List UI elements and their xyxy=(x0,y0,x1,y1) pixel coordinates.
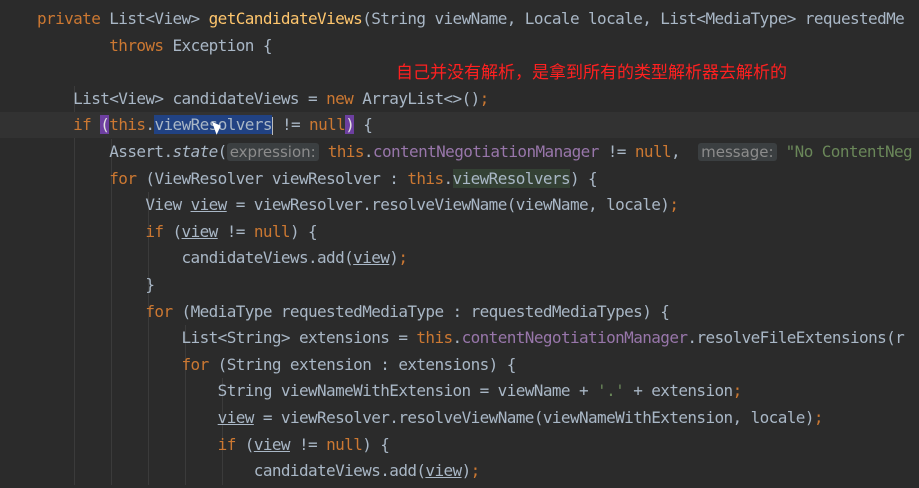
code-token: this xyxy=(318,142,365,161)
code-token: for xyxy=(37,354,218,374)
code-token: , xyxy=(671,142,699,161)
code-token: getCandidateViews xyxy=(208,9,363,28)
code-token: if xyxy=(37,434,245,454)
code-token: this xyxy=(109,115,146,135)
code-token: this xyxy=(416,328,453,348)
code-token: != xyxy=(289,434,327,454)
code-token: != xyxy=(217,221,254,241)
code-token: Assert. xyxy=(37,142,173,161)
code-token: ArrayList<>() xyxy=(362,88,480,108)
parameter-hint: expression: xyxy=(226,143,319,161)
code-token: '.' xyxy=(597,381,625,401)
code-token: List<View> candidateViews = xyxy=(37,88,327,108)
code-token: != xyxy=(272,115,310,135)
code-token: . xyxy=(443,168,454,188)
code-line[interactable]: Assert.state(expression: this.contentNeg… xyxy=(0,139,919,165)
code-token: ( xyxy=(217,142,228,161)
code-token: List<View> xyxy=(109,9,209,28)
code-token: for xyxy=(37,168,146,188)
code-token: } xyxy=(37,275,155,294)
code-token: view xyxy=(425,461,462,481)
code-token: ; xyxy=(398,248,408,268)
code-token: (String viewName, Locale locale, List<Me… xyxy=(362,9,905,28)
code-token: != xyxy=(598,142,635,161)
code-token: ) xyxy=(461,461,472,481)
code-token: ; xyxy=(479,88,490,108)
code-token: .resolveFileExtensions(r xyxy=(687,328,905,348)
code-token: view xyxy=(353,248,390,268)
code-token: null xyxy=(634,142,672,161)
code-line[interactable]: for (String extension : extensions) { xyxy=(0,352,919,378)
code-token: View xyxy=(37,195,191,215)
code-token: this xyxy=(407,168,444,188)
code-token: Exception { xyxy=(172,35,273,55)
code-line[interactable]: if (view != null) { xyxy=(0,432,919,458)
code-token: ( xyxy=(100,115,110,135)
parameter-hint: message: xyxy=(698,143,777,161)
code-token: ) { xyxy=(362,434,390,454)
code-token: view xyxy=(253,434,291,454)
code-token: ; xyxy=(669,195,679,215)
code-token: (ViewResolver viewResolver : xyxy=(145,168,408,188)
code-line[interactable]: candidateViews.add(view); xyxy=(0,458,919,484)
code-line[interactable]: for (MediaType requestedMediaType : requ… xyxy=(0,299,919,325)
code-token: ) { xyxy=(289,221,318,241)
annotation-text: 自己并没有解析，是拿到所有的类型解析器去解析的 xyxy=(396,63,787,83)
code-token: "No ContentNeg xyxy=(776,142,913,161)
code-line[interactable]: private List<View> getCandidateViews(Str… xyxy=(0,6,919,32)
code-token: (String extension : extensions) { xyxy=(217,354,517,374)
code-token: view xyxy=(181,221,219,241)
code-line[interactable]: View view = viewResolver.resolveViewName… xyxy=(0,192,919,218)
code-line[interactable]: candidateViews.add(view); xyxy=(0,245,919,271)
code-line[interactable]: String viewNameWithExtension = viewName … xyxy=(0,378,919,404)
code-token: ( xyxy=(244,434,255,454)
code-token: viewResolvers xyxy=(452,168,571,188)
code-token: . xyxy=(363,142,374,161)
code-token: ; xyxy=(470,461,481,481)
code-token: = viewResolver.resolveViewName(viewName,… xyxy=(226,195,670,215)
code-line[interactable]: view = viewResolver.resolveViewName(view… xyxy=(0,405,919,431)
code-token: ( xyxy=(172,221,183,241)
code-token: contentNegotiationManager xyxy=(372,142,599,161)
code-token: + extension xyxy=(624,381,733,401)
code-token: ) xyxy=(389,248,399,268)
code-token: state xyxy=(172,142,219,161)
code-line[interactable]: List<String> extensions = this.contentNe… xyxy=(0,325,919,351)
code-token: if xyxy=(37,115,101,135)
code-token: null xyxy=(309,115,346,135)
code-token: candidateViews.add( xyxy=(37,248,354,268)
code-token: for xyxy=(37,301,182,321)
code-line[interactable]: throws Exception { xyxy=(0,33,919,59)
code-line[interactable]: if (this.viewResolvers != null) { xyxy=(0,112,919,139)
code-token: ) xyxy=(345,115,355,135)
code-token: view xyxy=(190,195,228,215)
code-token: private xyxy=(37,9,110,28)
code-line[interactable]: for (ViewResolver viewResolver : this.vi… xyxy=(0,166,919,192)
code-token: candidateViews.add( xyxy=(37,461,426,481)
code-token: ) { xyxy=(569,168,598,188)
code-token: ; xyxy=(732,381,743,401)
code-line[interactable]: if (view != null) { xyxy=(0,219,919,245)
code-token: null xyxy=(326,434,363,454)
code-token: if xyxy=(37,221,173,241)
code-token: String viewNameWithExtension = viewName … xyxy=(37,381,598,401)
code-line[interactable]: List<View> candidateViews = new ArrayLis… xyxy=(0,86,919,112)
code-token: { xyxy=(354,115,373,135)
code-token: contentNegotiationManager xyxy=(461,328,688,348)
code-token: throws xyxy=(37,35,173,55)
code-token: null xyxy=(253,221,291,241)
code-line[interactable]: } xyxy=(0,272,919,298)
code-token: . xyxy=(452,328,463,348)
code-token: new xyxy=(326,88,363,108)
code-token: ; xyxy=(813,408,824,427)
code-token: = viewResolver.resolveViewName(viewNameW… xyxy=(253,408,815,427)
code-token: view xyxy=(217,408,255,427)
code-token: List<String> extensions = xyxy=(37,328,417,348)
code-token: (MediaType requestedMediaType : requeste… xyxy=(181,301,670,321)
